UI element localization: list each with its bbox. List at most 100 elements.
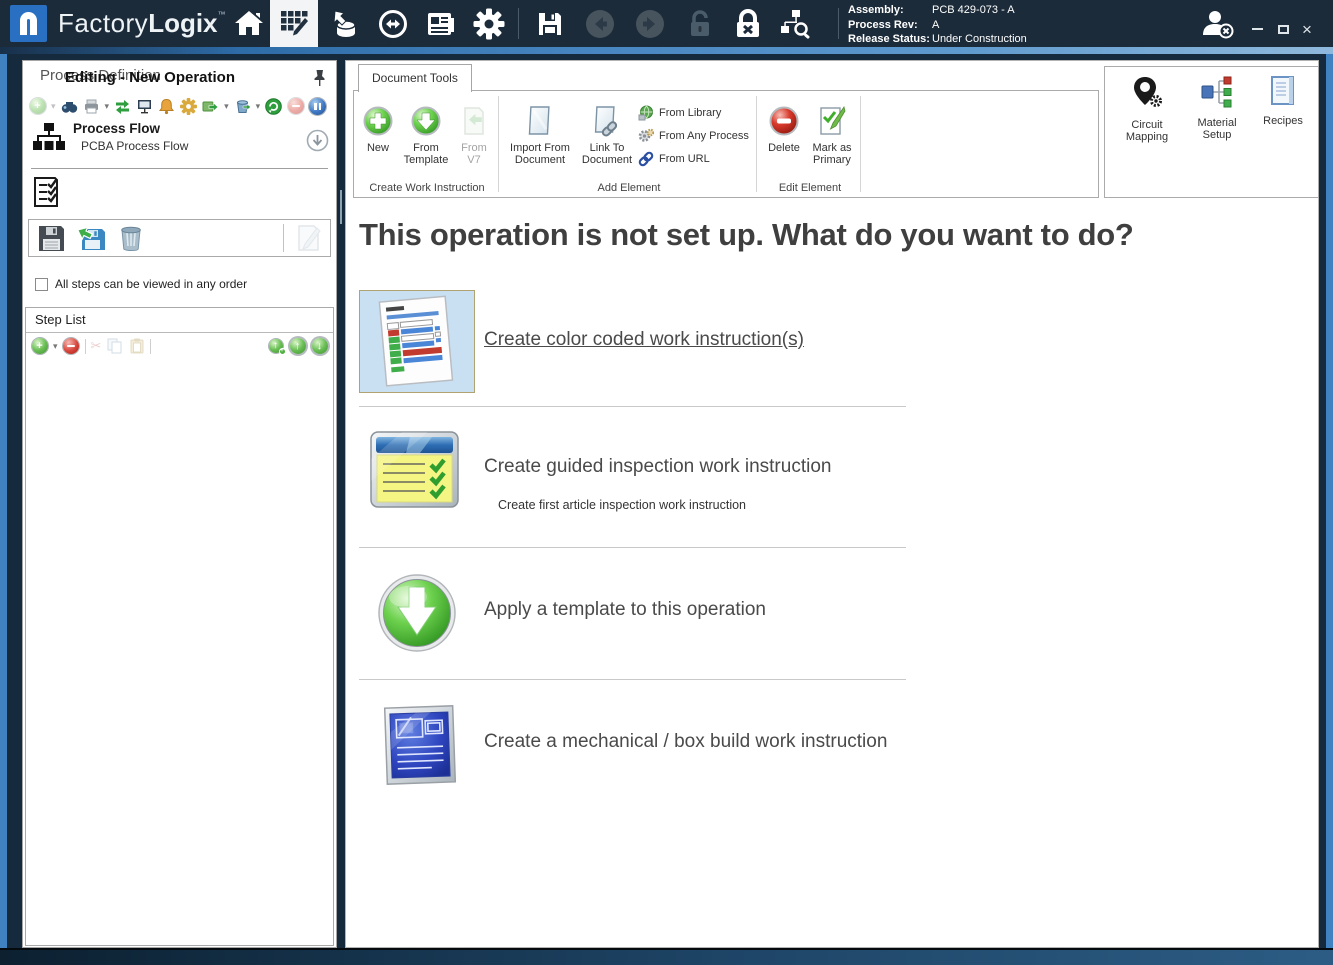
save-nav-icon[interactable] [527, 0, 573, 47]
process-flow-subtitle: PCBA Process Flow [81, 139, 188, 153]
material-setup-button[interactable]: Material Setup [1187, 67, 1247, 143]
export-icon[interactable] [202, 98, 219, 115]
accent-strip [0, 47, 1333, 54]
unlock-nav-icon[interactable] [677, 0, 723, 47]
mark-as-primary-button[interactable]: Mark as Primary [806, 93, 858, 166]
cleanup-caret-icon[interactable]: ▾ [256, 101, 261, 112]
divider [31, 168, 328, 169]
forward-nav-icon[interactable] [627, 0, 673, 47]
ribbon: New From Template From V7 Create Work In… [353, 90, 1099, 198]
export-caret-icon[interactable]: ▾ [224, 101, 229, 112]
expand-flow-icon[interactable] [306, 129, 329, 157]
cleanup-icon[interactable] [234, 98, 251, 115]
logout-user-icon[interactable] [1196, 0, 1240, 47]
titlebar-divider [838, 8, 839, 39]
remove-icon[interactable] [287, 98, 304, 115]
option-guided-inspection[interactable]: Create guided inspection work instructio… [484, 456, 831, 478]
renumber-steps-button[interactable]: ↑+ [267, 338, 284, 355]
box-build-icon[interactable] [378, 702, 464, 799]
guided-inspection-icon[interactable] [368, 424, 462, 525]
main-panel: Document Tools New From Template [345, 60, 1319, 948]
brand-factory: Factory [58, 8, 148, 38]
maximize-icon [1278, 25, 1289, 34]
from-v7-button[interactable]: From V7 [454, 93, 494, 166]
window-border-right [1326, 47, 1333, 965]
delete-icon [768, 103, 800, 139]
add-step-caret-icon[interactable]: ▾ [53, 341, 58, 352]
material-nav-icon[interactable] [322, 0, 368, 47]
step-list-toolbar: + ▾ ✂ ↑+ ↑ ↓ [31, 335, 328, 357]
link-to-document-button[interactable]: Link To Document [576, 93, 638, 166]
from-url-button[interactable]: From URL [638, 151, 749, 167]
panel-splitter[interactable] [340, 190, 342, 224]
home-nav-icon[interactable] [226, 0, 272, 47]
circuit-mapping-icon [1130, 75, 1164, 116]
remove-step-button[interactable] [63, 338, 80, 355]
recipes-icon [1269, 75, 1297, 112]
tab-document-tools[interactable]: Document Tools [358, 64, 472, 92]
new-button[interactable]: New [358, 93, 398, 154]
paste-step-button[interactable] [128, 338, 145, 355]
move-step-down-button[interactable]: ↓ [311, 338, 328, 355]
delete-operation-button[interactable] [113, 222, 149, 254]
import-from-document-button[interactable]: Import From Document [504, 93, 576, 166]
back-nav-icon[interactable] [577, 0, 623, 47]
edit-document-button[interactable] [290, 222, 326, 254]
order-checkbox[interactable] [35, 278, 48, 291]
mark-primary-icon [818, 103, 846, 139]
color-coded-wi-icon[interactable] [359, 290, 475, 393]
cut-step-button[interactable]: ✂ [91, 338, 102, 354]
app-brand: FactoryLogix™ [58, 8, 226, 39]
group-label: Create Work Instruction [358, 182, 496, 194]
assembly-value: PCB 429-073 - A [932, 4, 1015, 16]
news-nav-icon[interactable] [418, 0, 464, 47]
print-caret-icon[interactable]: ▾ [105, 101, 110, 112]
option-box-build[interactable]: Create a mechanical / box build work ins… [484, 731, 887, 753]
option-apply-template[interactable]: Apply a template to this operation [484, 599, 766, 621]
save-button[interactable] [33, 222, 69, 254]
circuit-mapping-button[interactable]: Circuit Mapping [1115, 67, 1179, 143]
sync-nav-icon[interactable] [370, 0, 416, 47]
settings-gear-nav-icon[interactable] [466, 0, 512, 47]
document-icon [526, 103, 554, 139]
option-divider [359, 547, 906, 548]
pause-icon[interactable] [309, 98, 326, 115]
lock-close-nav-icon[interactable] [725, 0, 771, 47]
link-document-icon [592, 103, 622, 139]
from-any-process-button[interactable]: From Any Process [638, 128, 749, 144]
add-step-button[interactable]: + [31, 338, 48, 355]
process-flow-title: Process Flow [73, 121, 188, 136]
add-icon[interactable]: + [29, 98, 46, 115]
copy-step-button[interactable] [106, 338, 123, 355]
presentation-icon[interactable] [136, 98, 153, 115]
pin-icon[interactable] [313, 69, 326, 92]
url-link-icon [638, 151, 654, 167]
bell-icon[interactable] [158, 98, 175, 115]
step-list-title: Step List [35, 312, 86, 327]
order-checkbox-label: All steps can be viewed in any order [55, 277, 247, 291]
option-first-article-link[interactable]: Create first article inspection work ins… [498, 498, 746, 512]
options-gear-icon[interactable] [180, 98, 197, 115]
print-icon[interactable] [83, 98, 100, 115]
process-definition-panel: Process Definition + ▾ ▾ [22, 60, 337, 948]
from-library-button[interactable]: From Library [638, 105, 749, 121]
from-template-button[interactable]: From Template [398, 93, 454, 166]
from-template-icon [410, 103, 442, 139]
refresh-icon[interactable] [265, 98, 282, 115]
add-caret-icon[interactable]: ▾ [51, 101, 56, 112]
recipes-button[interactable]: Recipes [1255, 67, 1311, 143]
save-import-button[interactable] [73, 222, 109, 254]
process-definition-nav-icon[interactable] [270, 0, 318, 47]
apply-template-icon[interactable] [376, 572, 458, 659]
minimize-button[interactable] [1246, 20, 1268, 38]
delete-element-button[interactable]: Delete [762, 93, 806, 154]
find-icon[interactable] [61, 98, 78, 115]
process-rev-label: Process Rev: [848, 18, 932, 33]
option-color-coded-link[interactable]: Create color coded work instruction(s) [484, 329, 804, 351]
maximize-button[interactable] [1272, 20, 1294, 38]
close-button[interactable]: × [1296, 20, 1318, 38]
move-step-up-button[interactable]: ↑ [289, 338, 306, 355]
window-border-bottom [0, 948, 1333, 965]
reorder-icon[interactable] [114, 98, 131, 115]
process-search-nav-icon[interactable] [773, 0, 819, 47]
